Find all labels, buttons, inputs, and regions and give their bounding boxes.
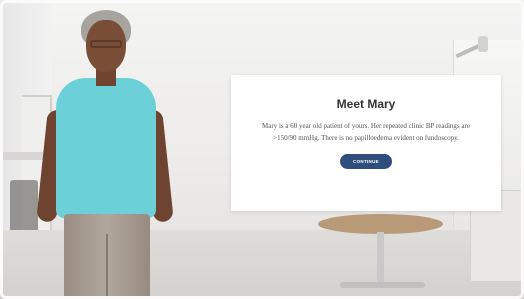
dialog-title: Meet Mary bbox=[336, 97, 396, 111]
patient-avatar bbox=[36, 10, 174, 299]
exam-lamp-head bbox=[478, 36, 488, 52]
dialog-body: Mary is a 60 year old patient of yours. … bbox=[262, 122, 470, 142]
stool-seat bbox=[318, 214, 443, 234]
stool-base bbox=[340, 282, 425, 288]
continue-button[interactable]: CONTINUE bbox=[340, 154, 392, 169]
stool-post bbox=[377, 232, 384, 287]
intro-dialog: Meet Mary Mary is a 60 year old patient … bbox=[231, 75, 501, 211]
glasses-icon bbox=[90, 40, 122, 48]
shirt bbox=[56, 78, 156, 218]
pants-seam bbox=[106, 234, 108, 299]
scene-background: Meet Mary Mary is a 60 year old patient … bbox=[0, 0, 524, 299]
